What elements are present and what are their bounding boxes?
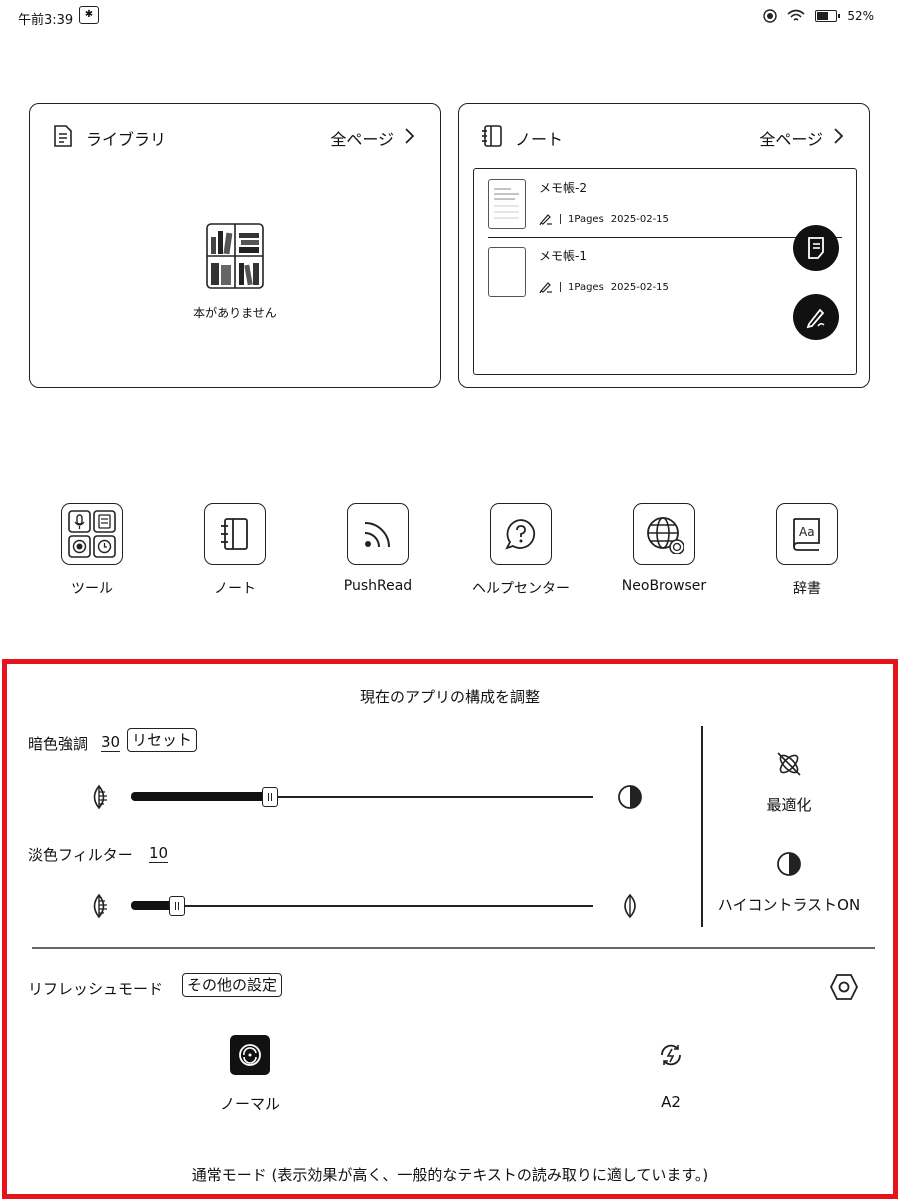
- note-list-item[interactable]: メモ帳-2 1Pages 2025-02-15: [488, 179, 828, 243]
- status-time: 午前3:39: [18, 13, 74, 28]
- library-title: ライブラリ: [86, 130, 167, 149]
- note-card[interactable]: ノート 全ページ メモ帳-2 1Pages 2025-02-15 メモ帳-1 1…: [458, 103, 870, 388]
- slider-thumb[interactable]: [169, 896, 185, 916]
- app-label: NeoBrowser: [621, 578, 707, 594]
- pen-icon: [539, 282, 552, 293]
- note-date: 2025-02-15: [610, 281, 669, 293]
- reset-button[interactable]: リセット: [127, 728, 198, 752]
- note-pages: 1Pages: [568, 281, 604, 293]
- library-all-pages-link[interactable]: 全ページ: [330, 126, 394, 150]
- note-thumbnail: [488, 179, 526, 229]
- high-contrast-label: ハイコントラストON: [717, 896, 861, 914]
- mode-label: ノーマル: [219, 1095, 280, 1113]
- app-label: PushRead: [343, 578, 413, 594]
- app-tools[interactable]: ツール: [17, 503, 167, 598]
- note-thumbnail: [488, 247, 526, 297]
- note-name: メモ帳-1: [539, 249, 587, 263]
- light-filter-slider[interactable]: [131, 896, 593, 916]
- rss-feed-icon: [347, 503, 409, 565]
- status-indicators: 52%: [763, 7, 874, 25]
- note-divider: [488, 237, 842, 238]
- mode-a2-button[interactable]: A2: [611, 1035, 731, 1111]
- contrast-high-icon: [618, 785, 642, 809]
- section-divider: [32, 947, 875, 949]
- chevron-right-icon[interactable]: [833, 126, 845, 146]
- tools-grid-icon: [61, 503, 123, 565]
- high-contrast-toggle[interactable]: ハイコントラストON: [704, 850, 874, 915]
- app-pushread[interactable]: PushRead: [303, 503, 453, 594]
- note-meta: 1Pages 2025-02-15: [539, 281, 669, 293]
- more-settings-button[interactable]: その他の設定: [182, 973, 283, 997]
- contrast-low-icon: [93, 784, 107, 810]
- dictionary-icon: Aa: [776, 503, 838, 565]
- dark-enhance-label: 暗色強調: [28, 735, 89, 753]
- pen-icon: [806, 308, 825, 329]
- library-icon: [54, 125, 72, 147]
- document-icon: [808, 237, 824, 259]
- panel-title: 現在のアプリの構成を調整: [359, 688, 540, 706]
- globe-icon: [633, 503, 695, 565]
- notification-app-icon: ✱: [79, 6, 99, 24]
- library-empty-message: 本がありません: [193, 306, 277, 320]
- mode-normal-button[interactable]: ノーマル: [190, 1035, 310, 1114]
- svg-text:Aa: Aa: [799, 525, 815, 539]
- app-label: ノート: [214, 581, 256, 597]
- a2-mode-icon: [651, 1035, 691, 1075]
- refresh-mode-label: リフレッシュモード: [28, 980, 164, 998]
- pen-icon: [539, 214, 552, 225]
- mode-label: A2: [661, 1093, 681, 1111]
- note-name: メモ帳-2: [539, 181, 587, 195]
- record-icon: [763, 9, 778, 23]
- new-handwriting-note-button[interactable]: [793, 294, 839, 340]
- contrast-low-icon: [93, 893, 107, 919]
- app-shortcuts: ツール ノート PushRead ヘルプセンター NeoBrowser Aa 辞…: [0, 503, 900, 603]
- note-list-item[interactable]: メモ帳-1 1Pages 2025-02-15: [488, 247, 828, 311]
- note-list: メモ帳-2 1Pages 2025-02-15 メモ帳-1 1Pages 202…: [473, 168, 857, 375]
- app-note[interactable]: ノート: [160, 503, 310, 598]
- optimize-atom-icon: [777, 752, 801, 776]
- light-filter-value: 10: [149, 844, 169, 863]
- light-filter-label: 淡色フィルター: [28, 846, 133, 864]
- battery-percent: 52%: [847, 9, 874, 23]
- display-settings-panel: 現在のアプリの構成を調整 暗色強調 30 リセット 淡色フィルター 10 最適化…: [2, 659, 898, 1199]
- dark-enhance-value: 30: [101, 733, 121, 752]
- app-label: ヘルプセンター: [472, 581, 570, 597]
- note-all-pages-link[interactable]: 全ページ: [759, 126, 823, 150]
- optimize-label: 最適化: [766, 796, 812, 814]
- settings-hexagon-icon[interactable]: [829, 972, 859, 1002]
- help-bubble-icon: [490, 503, 552, 565]
- new-text-note-button[interactable]: [793, 225, 839, 271]
- battery-icon: [815, 10, 841, 22]
- note-date: 2025-02-15: [610, 213, 669, 225]
- note-pages: 1Pages: [568, 213, 604, 225]
- contrast-icon: [777, 852, 801, 876]
- app-help-center[interactable]: ヘルプセンター: [446, 503, 596, 598]
- normal-mode-icon: [230, 1035, 270, 1075]
- mode-description: 通常モード (表示効果が高く、一般的なテキストの読み取りに適しています。): [191, 1166, 709, 1184]
- note-title: ノート: [515, 130, 564, 149]
- library-card[interactable]: ライブラリ 全ページ 本がありません: [29, 103, 441, 388]
- optimize-button[interactable]: 最適化: [704, 750, 874, 815]
- chevron-right-icon[interactable]: [404, 126, 416, 146]
- leaf-outline-icon: [624, 893, 636, 919]
- notebook-icon: [204, 503, 266, 565]
- app-dictionary[interactable]: Aa 辞書: [732, 503, 882, 598]
- app-neobrowser[interactable]: NeoBrowser: [589, 503, 739, 594]
- dark-enhance-slider[interactable]: [131, 787, 593, 807]
- vertical-divider: [701, 726, 703, 927]
- note-meta: 1Pages 2025-02-15: [539, 213, 669, 225]
- app-label: ツール: [71, 581, 113, 597]
- wifi-icon: [787, 9, 805, 21]
- notebook-icon: [482, 125, 502, 147]
- app-label: 辞書: [793, 581, 821, 597]
- status-bar: 午前3:39 ✱ 52%: [0, 0, 900, 32]
- dark-enhance-fill: [131, 792, 270, 801]
- slider-thumb[interactable]: [262, 787, 278, 807]
- bookshelf-illustration-icon: [206, 223, 264, 289]
